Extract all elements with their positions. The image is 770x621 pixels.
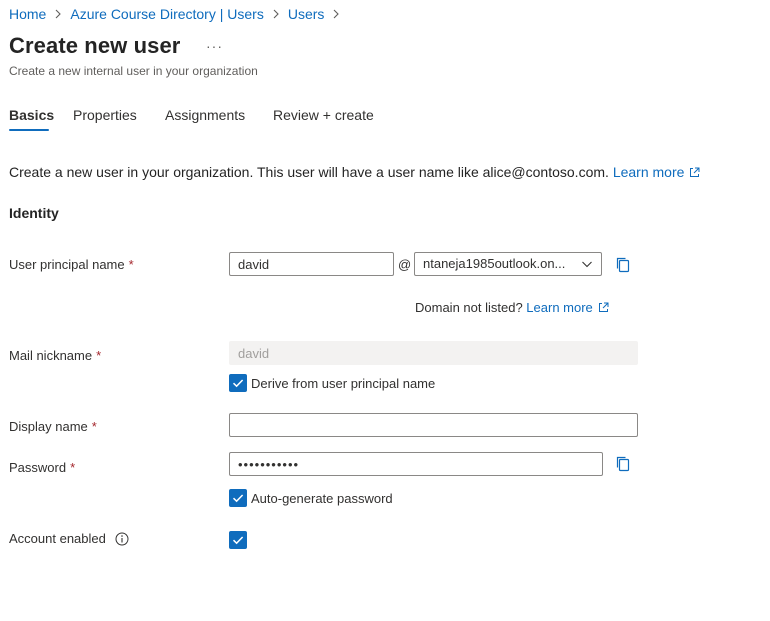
domain-dropdown[interactable]: ntaneja1985outlook.on... bbox=[414, 252, 602, 276]
upn-input[interactable] bbox=[229, 252, 394, 276]
domain-learn-more-label: Learn more bbox=[526, 300, 593, 315]
display-name-label: Display name * bbox=[9, 419, 97, 434]
domain-hint-text: Domain not listed? bbox=[415, 300, 523, 315]
required-marker: * bbox=[91, 419, 97, 434]
tab-review-create[interactable]: Review + create bbox=[273, 107, 374, 123]
tab-properties[interactable]: Properties bbox=[73, 107, 137, 123]
checkmark-icon bbox=[232, 494, 244, 503]
intro-text: Create a new user in your organization. … bbox=[9, 164, 700, 180]
password-label: Password * bbox=[9, 460, 75, 475]
intro-description: Create a new user in your organization. … bbox=[9, 164, 609, 180]
display-name-label-text: Display name bbox=[9, 419, 88, 434]
auto-generate-checkbox-label: Auto-generate password bbox=[251, 491, 393, 506]
checkmark-icon bbox=[232, 379, 244, 388]
account-enabled-label: Account enabled bbox=[9, 531, 106, 546]
learn-more-link[interactable]: Learn more bbox=[613, 164, 701, 180]
info-icon[interactable] bbox=[115, 532, 129, 546]
mail-nickname-input bbox=[229, 341, 638, 365]
required-marker: * bbox=[70, 460, 76, 475]
upn-label-text: User principal name bbox=[9, 257, 125, 272]
display-name-input[interactable] bbox=[229, 413, 638, 437]
breadcrumb-users[interactable]: Users bbox=[288, 6, 325, 22]
breadcrumb-directory[interactable]: Azure Course Directory | Users bbox=[70, 6, 263, 22]
required-marker: * bbox=[128, 257, 134, 272]
derive-checkbox-label: Derive from user principal name bbox=[251, 376, 436, 391]
tab-basics[interactable]: Basics bbox=[9, 107, 54, 123]
identity-heading: Identity bbox=[9, 205, 59, 221]
upn-label: User principal name * bbox=[9, 257, 134, 272]
page-title: Create new user bbox=[9, 33, 181, 58]
derive-checkbox[interactable] bbox=[229, 374, 247, 392]
domain-learn-more-link[interactable]: Learn more bbox=[526, 300, 609, 315]
password-input[interactable] bbox=[229, 452, 603, 476]
copy-icon[interactable] bbox=[615, 455, 631, 473]
domain-value: ntaneja1985outlook.on... bbox=[423, 256, 566, 271]
breadcrumb-home[interactable]: Home bbox=[9, 6, 46, 22]
domain-hint: Domain not listed? Learn more bbox=[415, 300, 609, 315]
checkmark-icon bbox=[232, 536, 244, 545]
learn-more-label: Learn more bbox=[612, 164, 685, 180]
chevron-right-icon bbox=[272, 5, 280, 23]
required-marker: * bbox=[96, 348, 102, 363]
auto-generate-checkbox[interactable] bbox=[229, 489, 247, 507]
mail-nickname-label-text: Mail nickname bbox=[9, 348, 93, 363]
chevron-right-icon bbox=[54, 5, 62, 23]
page-subtitle: Create a new internal user in your organ… bbox=[9, 64, 258, 78]
at-symbol: @ bbox=[398, 257, 412, 272]
chevron-right-icon bbox=[332, 5, 340, 23]
active-tab-indicator bbox=[9, 129, 49, 131]
external-link-icon bbox=[598, 301, 609, 312]
more-options-button[interactable]: ··· bbox=[206, 38, 223, 54]
chevron-down-icon bbox=[582, 261, 592, 268]
password-label-text: Password bbox=[9, 460, 67, 475]
tab-assignments[interactable]: Assignments bbox=[165, 107, 245, 123]
account-enabled-checkbox[interactable] bbox=[229, 531, 247, 549]
breadcrumb: Home Azure Course Directory | Users User… bbox=[9, 5, 348, 23]
copy-icon[interactable] bbox=[615, 256, 631, 274]
external-link-icon bbox=[689, 165, 700, 177]
mail-nickname-label: Mail nickname * bbox=[9, 348, 101, 363]
